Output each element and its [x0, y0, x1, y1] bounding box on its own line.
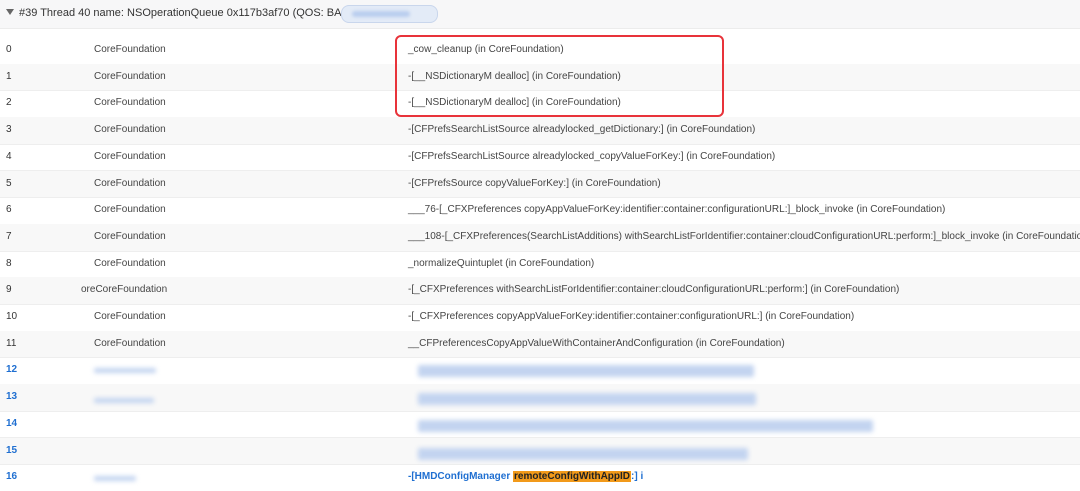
- frame-index: 11: [6, 337, 17, 349]
- frame-index: 12: [6, 364, 18, 376]
- frame-symbol: -[HMDConfigManager remoteConfigWithAppID…: [408, 464, 643, 491]
- frame-symbol: -[_CFXPreferences copyAppValueForKey:ide…: [408, 311, 855, 322]
- frame-index: 4: [6, 150, 12, 162]
- frame-index: 16: [6, 471, 18, 483]
- thread-header[interactable]: #39 Thread 40 name: NSOperationQueue 0x1…: [0, 0, 1080, 29]
- frame-row[interactable]: 4 CoreFoundation -[CFPrefsSearchListSour…: [0, 144, 1080, 172]
- frame-row[interactable]: 15: [0, 437, 1080, 466]
- frame-library: CoreFoundation: [94, 337, 166, 349]
- redacted-symbol: [418, 419, 873, 432]
- frame-row[interactable]: 3 CoreFoundation -[CFPrefsSearchListSour…: [0, 117, 1080, 145]
- frame-library: CoreFoundation: [94, 257, 166, 269]
- frame-library: CoreFoundation: [94, 204, 166, 216]
- frame-symbol: _normalizeQuintuplet (in CoreFoundation): [408, 257, 595, 269]
- frame-row[interactable]: 8 CoreFoundation _normalizeQuintuplet (i…: [0, 251, 1080, 279]
- frame-index: 13: [6, 391, 18, 403]
- redacted-library: [94, 398, 154, 404]
- disclosure-triangle-icon[interactable]: [6, 9, 14, 15]
- frame-index: 10: [6, 311, 18, 322]
- frame-index: 2: [6, 97, 12, 109]
- frame-row[interactable]: 9 oreCoreFoundation -[_CFXPreferences wi…: [0, 277, 1080, 305]
- frame-index: 7: [6, 230, 12, 242]
- frame-library: CoreFoundation: [94, 70, 166, 82]
- frame-row[interactable]: 11 CoreFoundation __CFPreferencesCopyApp…: [0, 330, 1080, 359]
- frame-row[interactable]: 16 -[HMDConfigManager remoteConfigWithAp…: [0, 464, 1080, 491]
- redacted-library: [94, 476, 136, 482]
- frame-symbol: -[CFPrefsSearchListSource alreadylocked_…: [408, 150, 776, 162]
- frame-library: CoreFoundation: [94, 44, 166, 55]
- frame-index: 8: [6, 257, 12, 269]
- frame-index: 0: [6, 44, 12, 55]
- symbol-suffix: :] i: [631, 471, 644, 483]
- frame-symbol: -[_CFXPreferences withSearchListForIdent…: [408, 284, 900, 296]
- search-match-highlight: remoteConfigWithAppID: [513, 471, 632, 483]
- annotation-highlight-box: [395, 35, 724, 117]
- frame-index: 9: [6, 284, 12, 296]
- redacted-symbol: [418, 447, 748, 460]
- frame-row[interactable]: 13: [0, 384, 1080, 412]
- frame-index: 14: [6, 417, 18, 429]
- redacted-symbol: [418, 393, 756, 406]
- redacted-badge: [341, 5, 438, 23]
- frame-row[interactable]: 7 CoreFoundation ___108-[_CFXPreferences…: [0, 223, 1080, 252]
- frame-row[interactable]: 5 CoreFoundation -[CFPrefsSource copyVal…: [0, 170, 1080, 199]
- frame-index: 5: [6, 177, 12, 189]
- frame-index: 1: [6, 70, 12, 82]
- frame-row[interactable]: 10 CoreFoundation -[_CFXPreferences copy…: [0, 304, 1080, 332]
- frame-symbol: -[CFPrefsSearchListSource alreadylocked_…: [408, 124, 756, 136]
- frame-index: 6: [6, 204, 12, 216]
- frame-symbol: __CFPreferencesCopyAppValueWithContainer…: [408, 337, 785, 349]
- frame-index: 3: [6, 124, 12, 136]
- frame-symbol: -[CFPrefsSource copyValueForKey:] (in Co…: [408, 177, 661, 189]
- redacted-symbol: [418, 365, 754, 378]
- frame-library: CoreFoundation: [94, 97, 166, 109]
- frame-library: CoreFoundation: [94, 124, 166, 136]
- frame-library: CoreFoundation: [94, 177, 166, 189]
- frame-symbol: ___108-[_CFXPreferences(SearchListAdditi…: [408, 230, 1080, 242]
- frame-symbol: ___76-[_CFXPreferences copyAppValueForKe…: [408, 204, 946, 216]
- frame-library: CoreFoundation: [94, 150, 166, 162]
- redacted-library: [94, 368, 156, 374]
- frame-library: oreCoreFoundation: [81, 284, 168, 296]
- frame-index: 15: [6, 444, 18, 456]
- frame-row[interactable]: 12: [0, 357, 1080, 386]
- frame-row[interactable]: 14: [0, 411, 1080, 439]
- frame-row[interactable]: 6 CoreFoundation ___76-[_CFXPreferences …: [0, 197, 1080, 225]
- frame-library: CoreFoundation: [94, 311, 166, 322]
- symbol-prefix: -[HMDConfigManager: [408, 471, 513, 483]
- frame-library: CoreFoundation: [94, 230, 166, 242]
